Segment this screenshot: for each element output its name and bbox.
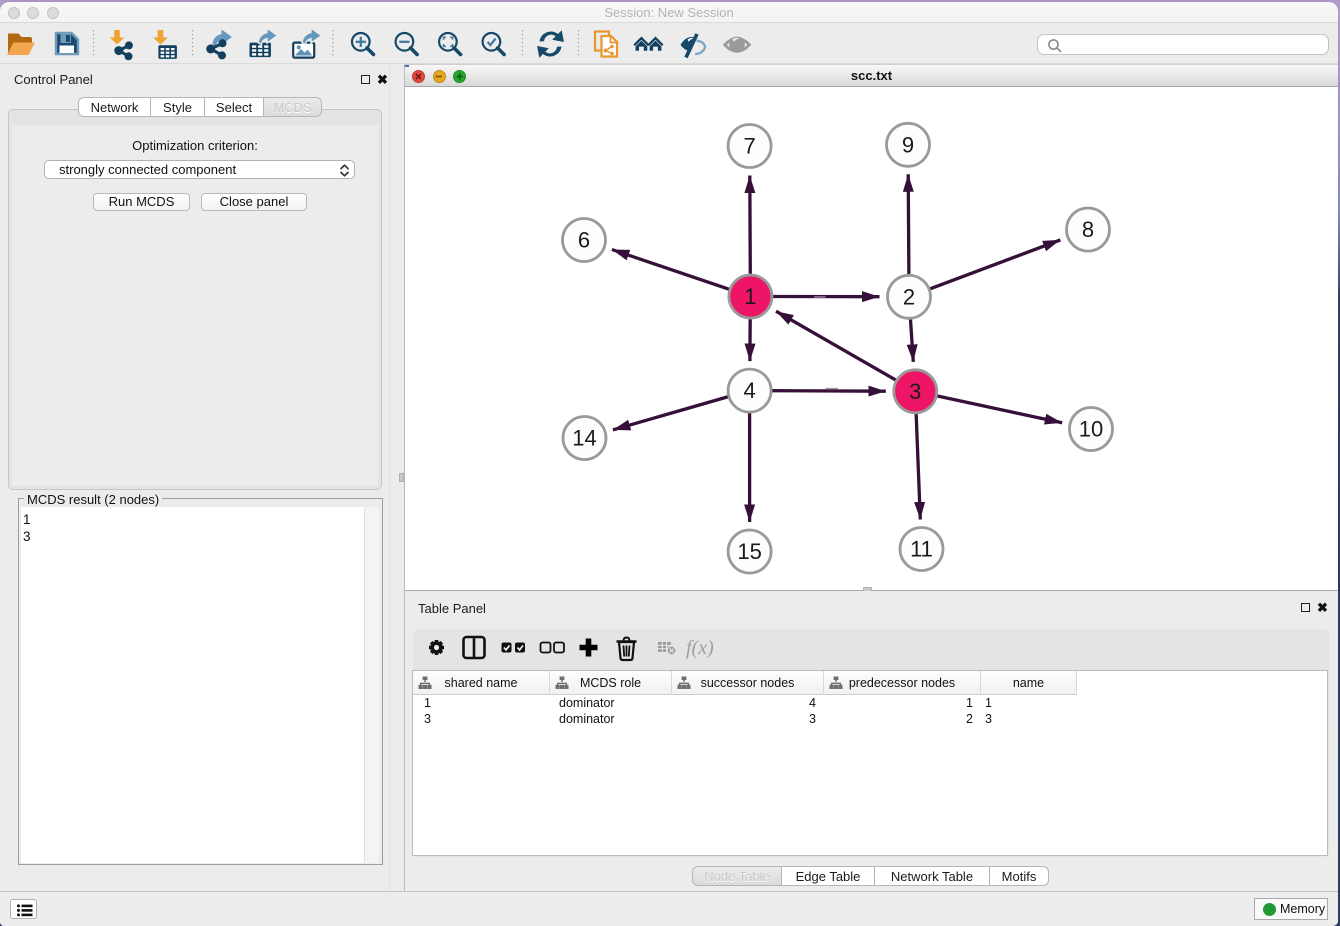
- svg-text:14: 14: [572, 426, 596, 451]
- svg-text:11: 11: [910, 537, 933, 562]
- svg-text:2: 2: [903, 284, 915, 309]
- svg-text:9: 9: [902, 132, 914, 157]
- svg-text:7: 7: [743, 134, 755, 159]
- svg-text:10: 10: [1079, 417, 1103, 442]
- svg-text:6: 6: [578, 228, 590, 253]
- svg-text:4: 4: [743, 378, 755, 403]
- svg-text:3: 3: [909, 379, 921, 404]
- svg-text:1: 1: [744, 284, 756, 309]
- svg-text:15: 15: [737, 539, 761, 564]
- svg-text:f(x): f(x): [686, 637, 714, 659]
- svg-text:8: 8: [1082, 217, 1094, 242]
